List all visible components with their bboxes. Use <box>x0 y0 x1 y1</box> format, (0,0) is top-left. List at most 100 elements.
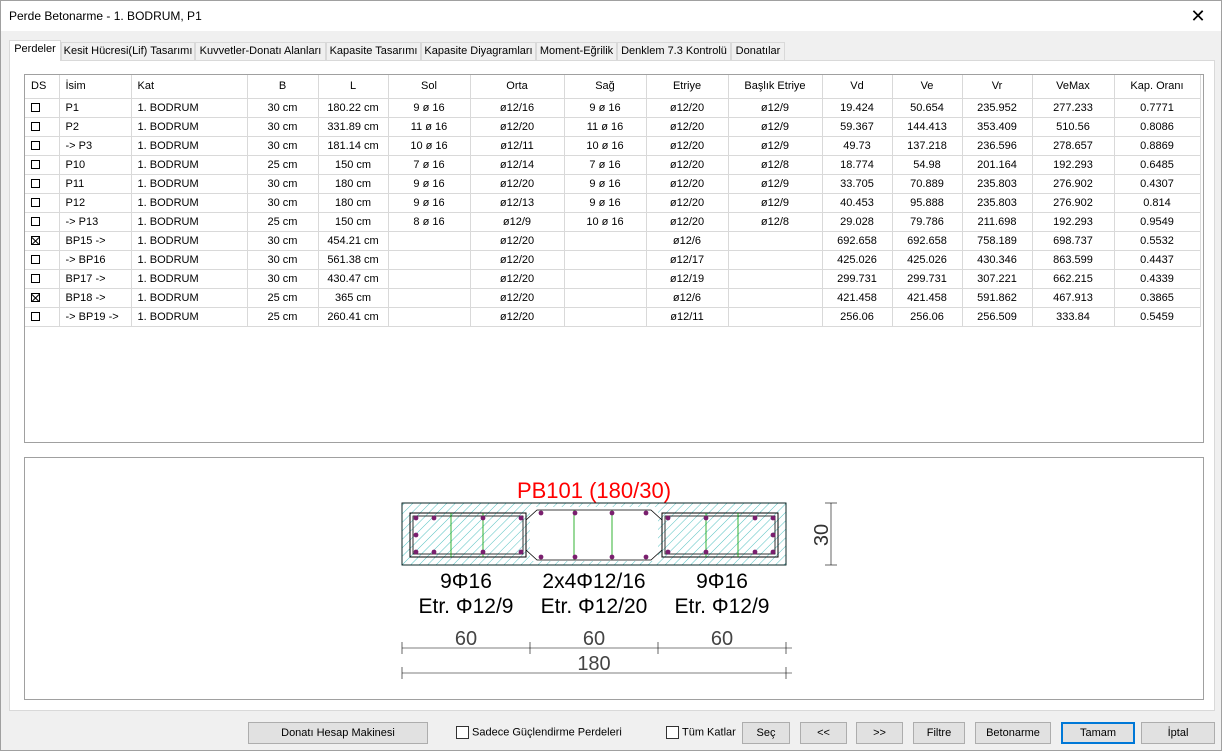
previous-button[interactable]: << <box>800 722 847 744</box>
ds-cell[interactable] <box>25 174 60 194</box>
rebar-dot <box>480 515 486 521</box>
tab-donatilar[interactable]: Donatılar <box>731 42 785 60</box>
ds-cell[interactable] <box>25 98 60 118</box>
tab-kapasite-diyagramlari[interactable]: Kapasite Diyagramları <box>421 42 536 60</box>
all-floors-checkbox[interactable]: Tüm Katlar <box>666 726 736 739</box>
column-header[interactable]: Kat <box>131 75 248 99</box>
rebar-dot <box>572 510 578 516</box>
table-row[interactable]: -> P13 1. BODRUM 25 cm 150 cm 8 ø 16 ø12/9 10 … <box>25 212 1201 232</box>
ds-checkbox[interactable] <box>31 293 40 303</box>
rebar-dot <box>538 510 544 516</box>
rebar-dot <box>770 549 776 555</box>
ds-cell[interactable] <box>25 250 60 270</box>
ds-checkbox[interactable] <box>31 103 40 113</box>
ds-cell[interactable] <box>25 212 60 232</box>
column-header[interactable]: B <box>247 75 319 99</box>
table-cell: ø12/20 <box>646 193 729 213</box>
table-cell: 0.5459 <box>1114 307 1201 327</box>
ds-checkbox[interactable] <box>31 198 40 208</box>
column-header[interactable]: Sağ <box>564 75 647 99</box>
column-header[interactable]: Vr <box>962 75 1033 99</box>
ds-cell[interactable] <box>25 288 60 308</box>
ds-cell[interactable] <box>25 307 60 327</box>
rebar-calculator-button[interactable]: Donatı Hesap Makinesi <box>248 722 428 744</box>
ds-checkbox[interactable] <box>31 236 40 246</box>
column-header[interactable]: İsim <box>59 75 132 99</box>
table-cell: 256.06 <box>892 307 963 327</box>
tab-kapasite-tasarimi[interactable]: Kapasite Tasarımı <box>326 42 421 60</box>
table-row[interactable]: P12 1. BODRUM 30 cm 180 cm 9 ø 16 ø12/13 9 ø 1… <box>25 193 1201 213</box>
tab-panel-perdeler: DS İsim Kat B L Sol Orta Sağ Etriye Başlık Etriye… <box>9 60 1215 711</box>
column-header[interactable]: Başlık Etriye <box>728 75 823 99</box>
table-row[interactable]: P1 1. BODRUM 30 cm 180.22 cm 9 ø 16 ø12/16 9 ø… <box>25 98 1201 118</box>
table-cell: 1. BODRUM <box>131 307 248 327</box>
table-cell: 430.346 <box>962 250 1033 270</box>
table-cell: ø12/16 <box>470 98 565 118</box>
table-cell: ø12/20 <box>646 117 729 137</box>
ds-checkbox[interactable] <box>31 160 40 170</box>
table-cell <box>388 307 471 327</box>
ds-checkbox[interactable] <box>31 122 40 132</box>
table-row[interactable]: BP17 -> 1. BODRUM 30 cm 430.47 cm ø12/20 ø12/… <box>25 269 1201 289</box>
ds-checkbox[interactable] <box>31 312 40 322</box>
table-cell: 421.458 <box>892 288 963 308</box>
table-row[interactable]: -> P3 1. BODRUM 30 cm 181.14 cm 10 ø 16 ø12/1… <box>25 136 1201 156</box>
table-row[interactable]: -> BP19 -> 1. BODRUM 25 cm 260.41 cm ø12/20 ø… <box>25 307 1201 327</box>
table-cell: 9 ø 16 <box>388 98 471 118</box>
tab-denklem-kontrolu[interactable]: Denklem 7.3 Kontrolü <box>617 42 731 60</box>
table-row[interactable]: P10 1. BODRUM 25 cm 150 cm 7 ø 16 ø12/14 7 ø 1… <box>25 155 1201 175</box>
select-button[interactable]: Seç <box>742 722 790 744</box>
zone-web-stirrup: Etr. Φ12/20 <box>541 595 648 618</box>
filter-button[interactable]: Filtre <box>913 722 965 744</box>
column-header[interactable]: Sol <box>388 75 471 99</box>
tab-kuvvetler-donati[interactable]: Kuvvetler-Donatı Alanları <box>195 42 326 60</box>
ds-cell[interactable] <box>25 193 60 213</box>
ds-checkbox[interactable] <box>31 141 40 151</box>
ds-cell[interactable] <box>25 117 60 137</box>
rebar-dot <box>770 515 776 521</box>
column-header[interactable]: Kap. Oranı <box>1114 75 1201 99</box>
tab-moment-egrilik[interactable]: Moment-Eğrilik <box>536 42 617 60</box>
next-button[interactable]: >> <box>856 722 903 744</box>
ds-cell[interactable] <box>25 136 60 156</box>
table-cell: 278.657 <box>1032 136 1115 156</box>
ds-cell[interactable] <box>25 231 60 251</box>
column-header[interactable]: VeMax <box>1032 75 1115 99</box>
table-cell: ø12/9 <box>728 98 823 118</box>
column-header[interactable]: DS <box>25 75 60 99</box>
close-icon[interactable]: ✕ <box>1175 1 1221 31</box>
tab-kesit-hucresi[interactable]: Kesit Hücresi(Lif) Tasarımı <box>61 42 195 60</box>
ds-checkbox[interactable] <box>31 179 40 189</box>
column-header[interactable]: Ve <box>892 75 963 99</box>
table-row[interactable]: BP18 -> 1. BODRUM 25 cm 365 cm ø12/20 ø12/6 42… <box>25 288 1201 308</box>
table-cell: 95.888 <box>892 193 963 213</box>
tab-perdeler[interactable]: Perdeler <box>9 40 61 61</box>
table-row[interactable]: P11 1. BODRUM 30 cm 180 cm 9 ø 16 ø12/20 9 ø 1… <box>25 174 1201 194</box>
ds-cell[interactable] <box>25 269 60 289</box>
table-row[interactable]: BP15 -> 1. BODRUM 30 cm 454.21 cm ø12/20 ø12/… <box>25 231 1201 251</box>
table-row[interactable]: P2 1. BODRUM 30 cm 331.89 cm 11 ø 16 ø12/20 11… <box>25 117 1201 137</box>
table-cell: 510.56 <box>1032 117 1115 137</box>
ds-cell[interactable] <box>25 155 60 175</box>
ds-checkbox[interactable] <box>31 255 40 265</box>
table-row[interactable]: -> BP16 1. BODRUM 30 cm 561.38 cm ø12/20 ø12/… <box>25 250 1201 270</box>
cancel-button[interactable]: İptal <box>1141 722 1215 744</box>
ok-button[interactable]: Tamam <box>1061 722 1135 744</box>
only-strengthening-checkbox[interactable]: Sadece Güçlendirme Perdeleri <box>456 726 622 739</box>
column-header[interactable]: Etriye <box>646 75 729 99</box>
column-header[interactable]: Orta <box>470 75 565 99</box>
depth-label: 30 <box>811 524 833 546</box>
table-cell: 260.41 cm <box>318 307 389 327</box>
all-floors-box[interactable] <box>666 726 679 739</box>
table-cell: 256.06 <box>822 307 893 327</box>
only-strengthening-box[interactable] <box>456 726 469 739</box>
column-header[interactable]: L <box>318 75 389 99</box>
concrete-button[interactable]: Betonarme <box>975 722 1051 744</box>
ds-checkbox[interactable] <box>31 274 40 284</box>
column-header[interactable]: Vd <box>822 75 893 99</box>
table-cell: 1. BODRUM <box>131 212 248 232</box>
ds-checkbox[interactable] <box>31 217 40 227</box>
table-cell: 181.14 cm <box>318 136 389 156</box>
rebar-dot <box>665 549 671 555</box>
rebar-dot <box>518 515 524 521</box>
